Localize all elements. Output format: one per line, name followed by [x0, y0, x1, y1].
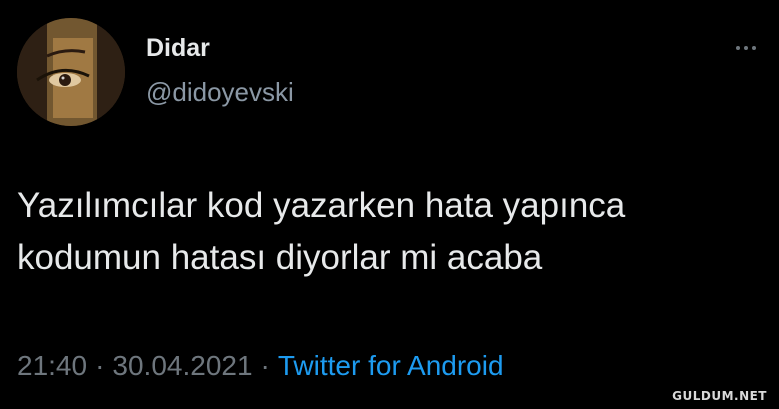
more-horizontal-icon-dot	[752, 46, 756, 50]
avatar-image	[17, 18, 125, 126]
display-name[interactable]: Didar	[146, 33, 210, 63]
more-horizontal-icon	[736, 46, 740, 50]
tweet-date[interactable]: 30.04.2021	[112, 350, 252, 381]
tweet-text-line: Yazılımcılar kod yazarken hata yapınca	[17, 186, 626, 225]
meta-separator: ·	[260, 350, 270, 381]
watermark: GULDUM.NET	[672, 389, 767, 403]
avatar[interactable]	[17, 18, 125, 126]
more-options-button[interactable]	[728, 38, 764, 58]
tweet-text-line: kodumun hatası diyorlar mi acaba	[17, 238, 543, 277]
tweet-text: Yazılımcılar kod yazarken hata yapınca k…	[17, 180, 757, 284]
user-handle[interactable]: @didoyevski	[146, 77, 294, 107]
more-horizontal-icon-dot	[744, 46, 748, 50]
tweet-source-link[interactable]: Twitter for Android	[278, 350, 504, 381]
tweet-time[interactable]: 21:40	[17, 350, 87, 381]
meta-separator: ·	[95, 350, 105, 381]
tweet-meta: 21:40 · 30.04.2021 · Twitter for Android	[17, 349, 504, 383]
